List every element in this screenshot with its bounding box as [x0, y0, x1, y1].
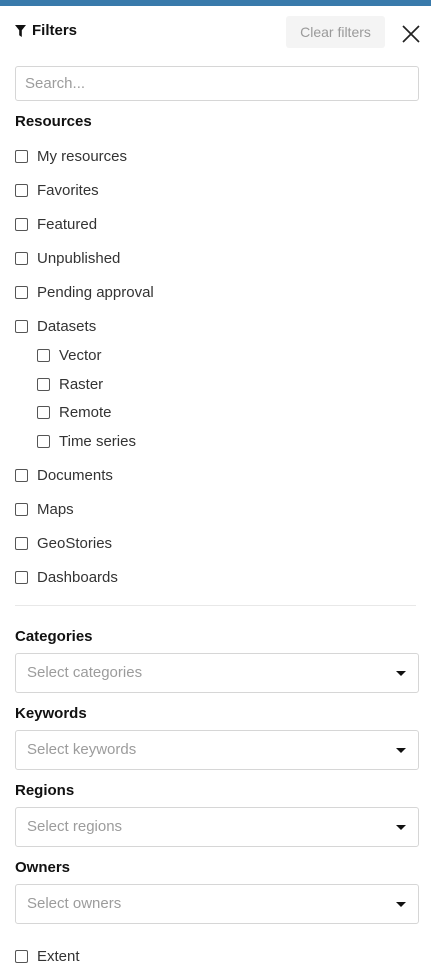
checkbox-label: Raster [59, 375, 104, 393]
checkbox-box[interactable] [15, 319, 28, 333]
section-divider [15, 605, 416, 606]
owners-title: Owners [15, 859, 71, 876]
checkbox-my-resources[interactable]: My resources [15, 146, 127, 166]
checkbox-documents[interactable]: Documents [15, 465, 113, 485]
checkbox-box[interactable] [15, 949, 28, 963]
caret-down-icon[interactable] [396, 748, 406, 753]
checkbox-box[interactable] [37, 405, 50, 419]
checkbox-label: Unpublished [37, 249, 121, 267]
caret-down-icon[interactable] [396, 671, 406, 676]
checkbox-label: Datasets [37, 317, 97, 335]
checkbox-box[interactable] [15, 183, 28, 197]
checkbox-label: Featured [37, 215, 98, 233]
checkbox-label: Remote [59, 403, 112, 421]
close-icon[interactable] [400, 23, 422, 45]
checkbox-label: Time series [59, 432, 136, 450]
caret-down-icon[interactable] [396, 825, 406, 830]
checkbox-label: GeoStories [37, 534, 113, 552]
checkbox-box[interactable] [37, 434, 50, 448]
checkbox-box[interactable] [15, 570, 28, 584]
checkbox-box[interactable] [37, 377, 50, 391]
checkbox-label: Extent [37, 947, 80, 965]
caret-down-icon[interactable] [396, 902, 406, 907]
search-input[interactable] [15, 66, 419, 101]
filters-title-label: Filters [32, 22, 78, 39]
categories-select[interactable]: Select categories [15, 653, 419, 693]
checkbox-label: Vector [59, 346, 102, 364]
checkbox-label: Favorites [37, 181, 99, 199]
owners-select[interactable]: Select owners [15, 884, 419, 924]
categories-placeholder: Select categories [27, 664, 143, 681]
checkbox-label: Pending approval [37, 283, 154, 301]
checkbox-unpublished[interactable]: Unpublished [15, 248, 120, 268]
checkbox-maps[interactable]: Maps [15, 499, 74, 519]
keywords-title: Keywords [15, 705, 87, 722]
checkbox-extent[interactable]: Extent [15, 946, 80, 966]
regions-placeholder: Select regions [27, 818, 123, 835]
regions-title: Regions [15, 782, 75, 799]
resources-section-title: Resources [15, 113, 92, 130]
checkbox-geostories[interactable]: GeoStories [15, 533, 112, 553]
checkbox-label: Dashboards [37, 568, 118, 586]
checkbox-label: Maps [37, 500, 74, 518]
categories-title: Categories [15, 628, 93, 645]
checkbox-box[interactable] [15, 217, 28, 231]
checkbox-box[interactable] [15, 502, 28, 516]
checkbox-featured[interactable]: Featured [15, 214, 97, 234]
checkbox-box[interactable] [15, 468, 28, 482]
checkbox-box[interactable] [15, 251, 28, 265]
checkbox-favorites[interactable]: Favorites [15, 180, 99, 200]
checkbox-box[interactable] [15, 536, 28, 550]
checkbox-box[interactable] [15, 149, 28, 163]
regions-select[interactable]: Select regions [15, 807, 419, 847]
checkbox-box[interactable] [15, 285, 28, 299]
keywords-select[interactable]: Select keywords [15, 730, 419, 770]
clear-filters-button[interactable]: Clear filters [286, 16, 385, 48]
checkbox-box[interactable] [37, 348, 50, 362]
filters-title: Filters [15, 22, 77, 39]
checkbox-time-series[interactable]: Time series [37, 431, 136, 451]
keywords-placeholder: Select keywords [27, 741, 137, 758]
checkbox-pending-approval[interactable]: Pending approval [15, 282, 154, 302]
checkbox-label: Documents [37, 466, 113, 484]
checkbox-label: My resources [37, 147, 128, 165]
checkbox-dashboards[interactable]: Dashboards [15, 567, 118, 587]
filters-header: Filters Clear filters [0, 6, 431, 58]
checkbox-remote[interactable]: Remote [37, 402, 112, 422]
checkbox-raster[interactable]: Raster [37, 374, 103, 394]
filter-icon [15, 24, 26, 37]
owners-placeholder: Select owners [27, 895, 122, 912]
checkbox-vector[interactable]: Vector [37, 345, 102, 365]
checkbox-datasets[interactable]: Datasets [15, 316, 96, 336]
